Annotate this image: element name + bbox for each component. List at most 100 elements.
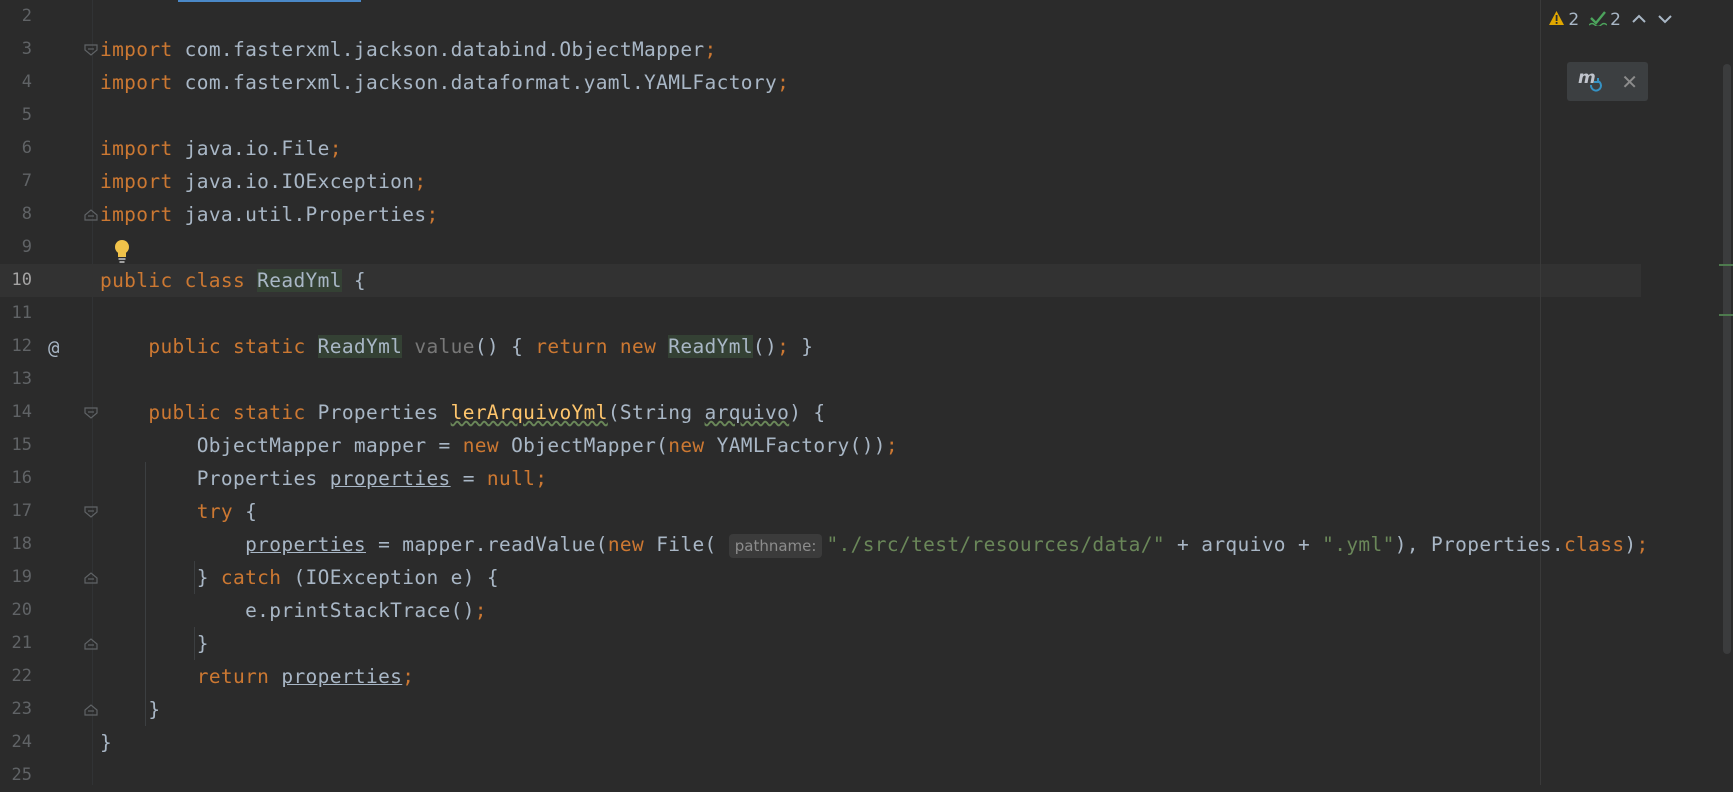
code-text[interactable]: import java.util.Properties;	[100, 198, 439, 231]
code-text[interactable]: import java.io.IOException;	[100, 165, 426, 198]
code-text[interactable]: properties = mapper.readValue(new File( …	[100, 528, 1649, 561]
code-line[interactable]: 22 return properties;	[0, 660, 1641, 693]
fold-toggle-icon[interactable]	[84, 44, 98, 56]
code-line[interactable]: 25	[0, 759, 1641, 792]
code-line[interactable]: 21 }	[0, 627, 1641, 660]
code-text[interactable]: }	[100, 627, 209, 660]
code-line[interactable]: 2	[0, 0, 1641, 33]
line-number[interactable]: 19	[0, 561, 32, 594]
maven-reload-icon[interactable]: m	[1577, 67, 1603, 97]
code-text[interactable]: e.printStackTrace();	[100, 594, 487, 627]
fold-toggle-icon[interactable]	[84, 407, 98, 419]
code-text[interactable]: } catch (IOException e) {	[100, 561, 499, 594]
line-number[interactable]: 15	[0, 429, 32, 462]
chevron-down-icon[interactable]	[1657, 10, 1673, 30]
code-line[interactable]: 14 public static Properties lerArquivoYm…	[0, 396, 1641, 429]
code-text[interactable]: Properties properties = null;	[100, 462, 547, 495]
code-line[interactable]: 9	[0, 231, 1641, 264]
code-text[interactable]: public static Properties lerArquivoYml(S…	[100, 396, 825, 429]
code-token: import	[100, 137, 185, 160]
line-number[interactable]: 2	[0, 0, 32, 33]
inspection-widget[interactable]: 2 2	[1548, 8, 1673, 32]
code-line[interactable]: 16 Properties properties = null;	[0, 462, 1641, 495]
code-line[interactable]: 6 import java.io.File;	[0, 132, 1641, 165]
line-number[interactable]: 12	[0, 330, 32, 363]
code-token: ;	[885, 434, 898, 457]
code-token: arquivo	[704, 401, 790, 424]
line-number[interactable]: 25	[0, 759, 32, 792]
code-token: java.util.Properties	[184, 203, 427, 226]
code-text[interactable]: import java.io.File;	[100, 132, 342, 165]
line-number[interactable]: 5	[0, 99, 32, 132]
code-line[interactable]: 4 import com.fasterxml.jackson.dataformat…	[0, 66, 1641, 99]
line-number[interactable]: 17	[0, 495, 32, 528]
lightbulb-icon[interactable]	[113, 239, 131, 263]
code-token: ()	[752, 335, 778, 358]
code-line[interactable]: 10 public class ReadYml {	[0, 264, 1641, 297]
code-text[interactable]: }	[100, 726, 112, 759]
line-number[interactable]: 9	[0, 231, 32, 264]
code-line[interactable]: 24}	[0, 726, 1641, 759]
code-line[interactable]: 18 properties = mapper.readValue(new Fil…	[0, 528, 1648, 561]
line-number[interactable]: 14	[0, 396, 32, 429]
code-token: public static	[148, 401, 318, 424]
chevron-up-icon[interactable]	[1631, 10, 1647, 30]
line-number[interactable]: 21	[0, 627, 32, 660]
scrollbar-thumb[interactable]	[1723, 64, 1731, 654]
scrollbar-track[interactable]	[1719, 0, 1733, 785]
line-number[interactable]: 6	[0, 132, 32, 165]
code-editor[interactable]: 2 3 import com.fasterxml.jackson.databind.…	[0, 0, 1733, 785]
typos-indicator[interactable]: 2	[1588, 10, 1621, 31]
code-text[interactable]: }	[100, 693, 160, 726]
fold-toggle-icon[interactable]	[84, 209, 98, 221]
code-line[interactable]: 15 ObjectMapper mapper = new ObjectMappe…	[0, 429, 1641, 462]
code-text[interactable]: import com.fasterxml.jackson.dataformat.…	[100, 66, 789, 99]
code-line[interactable]: 23 }	[0, 693, 1641, 726]
override-marker-icon[interactable]: @	[48, 332, 59, 365]
code-text[interactable]: ObjectMapper mapper = new ObjectMapper(n…	[100, 429, 898, 462]
line-number[interactable]: 4	[0, 66, 32, 99]
code-text[interactable]: import com.fasterxml.jackson.databind.Ob…	[100, 33, 717, 66]
code-text[interactable]: public static ReadYml value() { return n…	[100, 330, 813, 363]
line-number[interactable]: 18	[0, 528, 32, 561]
warnings-indicator[interactable]: 2	[1548, 10, 1579, 31]
line-number[interactable]: 3	[0, 33, 32, 66]
code-text[interactable]: try {	[100, 495, 257, 528]
line-number[interactable]: 22	[0, 660, 32, 693]
code-line[interactable]: 5	[0, 99, 1641, 132]
line-number[interactable]: 23	[0, 693, 32, 726]
fold-toggle-icon[interactable]	[84, 638, 98, 650]
code-token: ".yml"	[1322, 533, 1395, 556]
close-icon[interactable]: ✕	[1621, 72, 1638, 92]
code-line[interactable]: 17 try {	[0, 495, 1641, 528]
code-line[interactable]: 8 import java.util.Properties;	[0, 198, 1641, 231]
line-number[interactable]: 24	[0, 726, 32, 759]
code-line[interactable]: 11	[0, 297, 1641, 330]
line-number[interactable]: 20	[0, 594, 32, 627]
fold-toggle-icon[interactable]	[84, 704, 98, 716]
code-line[interactable]: 12 public static ReadYml value() { retur…	[0, 330, 1641, 363]
change-marker[interactable]	[1719, 314, 1733, 316]
code-token: (IOException e) {	[293, 566, 499, 589]
code-token: new	[668, 434, 717, 457]
code-token: }	[100, 698, 161, 721]
fold-toggle-icon[interactable]	[84, 572, 98, 584]
fold-toggle-icon[interactable]	[84, 506, 98, 518]
line-number[interactable]: 7	[0, 165, 32, 198]
code-line[interactable]: 7 import java.io.IOException;	[0, 165, 1641, 198]
line-number[interactable]: 8	[0, 198, 32, 231]
code-line[interactable]: 3 import com.fasterxml.jackson.databind.O…	[0, 33, 1641, 66]
line-number[interactable]: 16	[0, 462, 32, 495]
code-line[interactable]: 13	[0, 363, 1641, 396]
code-line[interactable]: 20 e.printStackTrace();	[0, 594, 1641, 627]
line-number[interactable]: 10	[0, 264, 32, 297]
code-text[interactable]: public class ReadYml {	[100, 264, 366, 297]
line-number[interactable]: 11	[0, 297, 32, 330]
line-number[interactable]: 13	[0, 363, 32, 396]
change-marker[interactable]	[1719, 264, 1733, 266]
code-text[interactable]: return properties;	[100, 660, 414, 693]
code-line[interactable]: 19 } catch (IOException e) {	[0, 561, 1641, 594]
